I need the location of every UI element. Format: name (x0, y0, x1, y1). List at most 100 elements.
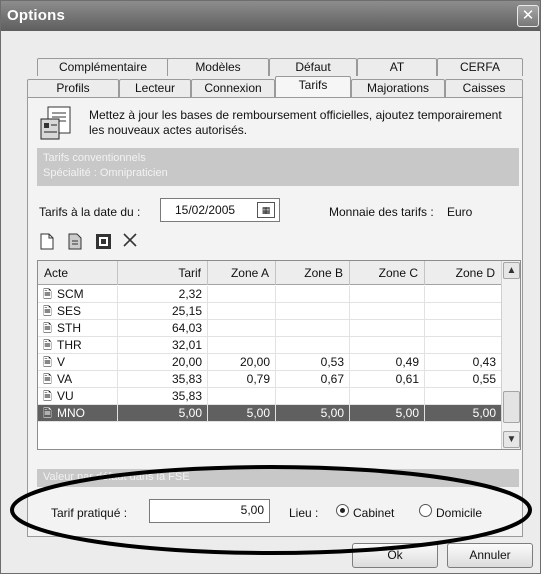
acte-code: SCM (57, 287, 84, 301)
cell-tarif: 5,00 (118, 405, 208, 422)
cell-zone-a (208, 388, 276, 405)
cell-zone-a: 20,00 (208, 354, 276, 371)
cell-zone-d (425, 337, 502, 354)
acte-code: STH (57, 321, 81, 335)
calendar-icon[interactable]: ▦ (257, 202, 275, 218)
radio-domicile[interactable] (419, 504, 432, 517)
cell-zone-a (208, 286, 276, 303)
table-row[interactable]: 🗎 STH 64,03 (38, 320, 502, 337)
cell-zone-a (208, 320, 276, 337)
date-value: 15/02/2005 (175, 203, 236, 217)
radio-cabinet[interactable] (336, 504, 349, 517)
cell-zone-b (276, 337, 350, 354)
tab-tarifs[interactable]: Tarifs (275, 76, 351, 97)
cell-zone-a (208, 337, 276, 354)
scroll-down-icon[interactable]: ▼ (503, 431, 520, 448)
cell-tarif: 25,15 (118, 303, 208, 320)
column-header-zone-b[interactable]: Zone B (276, 261, 350, 285)
table-row[interactable]: 🗎 V 20,00 20,00 0,53 0,49 0,43 (38, 354, 502, 371)
document-icon: 🗎 (43, 289, 52, 301)
cell-zone-d (425, 303, 502, 320)
tab-majorations[interactable]: Majorations (351, 79, 445, 97)
tab-lecteur[interactable]: Lecteur (119, 79, 191, 97)
tab-caisses[interactable]: Caisses (445, 79, 523, 97)
document-icon: 🗎 (43, 391, 52, 403)
cell-tarif: 32,01 (118, 337, 208, 354)
scroll-thumb[interactable] (503, 391, 520, 423)
cancel-button[interactable]: Annuler (447, 543, 533, 568)
cell-acte: 🗎 SCM (38, 286, 118, 303)
info-description: Mettez à jour les bases de remboursement… (89, 108, 502, 137)
cell-zone-b: 0,67 (276, 371, 350, 388)
column-header-tarif[interactable]: Tarif (118, 261, 208, 285)
column-header-zone-a[interactable]: Zone A (208, 261, 276, 285)
tarif-pratique-field[interactable]: 5,00 (149, 499, 270, 523)
column-header-acte[interactable]: Acte (38, 261, 118, 285)
table-scrollbar[interactable]: ▲ ▼ (501, 261, 520, 449)
tab-at[interactable]: AT (357, 58, 437, 76)
cell-zone-c (350, 286, 425, 303)
edit-icon[interactable] (95, 233, 111, 251)
cell-tarif: 2,32 (118, 286, 208, 303)
cell-zone-c (350, 337, 425, 354)
table-row[interactable]: 🗎 VA 35,83 0,79 0,67 0,61 0,55 (38, 371, 502, 388)
radio-domicile-label[interactable]: Domicile (436, 506, 482, 520)
acte-code: V (57, 355, 66, 369)
new-document-icon[interactable] (39, 233, 55, 251)
cell-zone-a: 5,00 (208, 405, 276, 422)
cell-acte: 🗎 V (38, 354, 118, 371)
table-row[interactable]: 🗎 MNO 5,00 5,00 5,00 5,00 5,00 (38, 405, 502, 422)
cell-zone-b: 5,00 (276, 405, 350, 422)
cell-zone-d (425, 388, 502, 405)
tab-profils[interactable]: Profils (27, 79, 119, 97)
document-info-icon (39, 105, 77, 143)
lieu-label: Lieu : (289, 506, 319, 520)
table-row[interactable]: 🗎 SES 25,15 (38, 303, 502, 320)
options-dialog: Options ✕ Complémentaire Modèles Défaut … (0, 0, 541, 574)
cell-zone-d: 5,00 (425, 405, 502, 422)
ok-button[interactable]: Ok (352, 543, 438, 568)
copy-document-icon[interactable] (67, 233, 83, 251)
cell-zone-b (276, 320, 350, 337)
column-header-zone-c[interactable]: Zone C (350, 261, 425, 285)
table-header: Acte Tarif Zone A Zone B Zone C Zone D (38, 261, 520, 285)
tarifs-table[interactable]: Acte Tarif Zone A Zone B Zone C Zone D 🗎… (37, 260, 521, 450)
document-icon: 🗎 (43, 306, 52, 318)
cell-zone-b (276, 303, 350, 320)
currency-label: Monnaie des tarifs : (329, 205, 434, 219)
fse-section-header: Valeur par défaut dans la FSE (37, 469, 519, 487)
cell-zone-d (425, 320, 502, 337)
scroll-up-icon[interactable]: ▲ (503, 262, 520, 279)
cell-tarif: 35,83 (118, 388, 208, 405)
section-specialty: Spécialité : Omnipraticien (43, 167, 168, 179)
cell-acte: 🗎 SES (38, 303, 118, 320)
cell-tarif: 64,03 (118, 320, 208, 337)
title-bar: Options ✕ (1, 1, 540, 31)
cell-zone-a: 0,79 (208, 371, 276, 388)
close-button[interactable]: ✕ (517, 5, 539, 27)
tab-modeles[interactable]: Modèles (167, 58, 269, 76)
tab-cerfa[interactable]: CERFA (437, 58, 523, 76)
cell-zone-c: 0,61 (350, 371, 425, 388)
cell-zone-d: 0,55 (425, 371, 502, 388)
cell-zone-c (350, 303, 425, 320)
tab-defaut[interactable]: Défaut (269, 58, 357, 76)
delete-icon[interactable] (122, 233, 138, 251)
tab-connexion[interactable]: Connexion (191, 79, 275, 97)
table-row[interactable]: 🗎 THR 32,01 (38, 337, 502, 354)
document-icon: 🗎 (43, 323, 52, 335)
acte-code: VA (57, 372, 73, 386)
acte-code: SES (57, 304, 82, 318)
cell-acte: 🗎 VU (38, 388, 118, 405)
tarif-pratique-label: Tarif pratiqué : (51, 506, 128, 520)
column-header-zone-d[interactable]: Zone D (425, 261, 502, 285)
acte-code: MNO (57, 406, 85, 420)
radio-selected-dot (340, 508, 345, 513)
radio-cabinet-label[interactable]: Cabinet (353, 506, 394, 520)
table-row[interactable]: 🗎 VU 35,83 (38, 388, 502, 405)
table-row[interactable]: 🗎 SCM 2,32 (38, 286, 502, 303)
tab-complementaire[interactable]: Complémentaire (37, 58, 169, 76)
cell-zone-c: 0,49 (350, 354, 425, 371)
document-icon: 🗎 (43, 340, 52, 352)
document-icon: 🗎 (43, 357, 52, 369)
